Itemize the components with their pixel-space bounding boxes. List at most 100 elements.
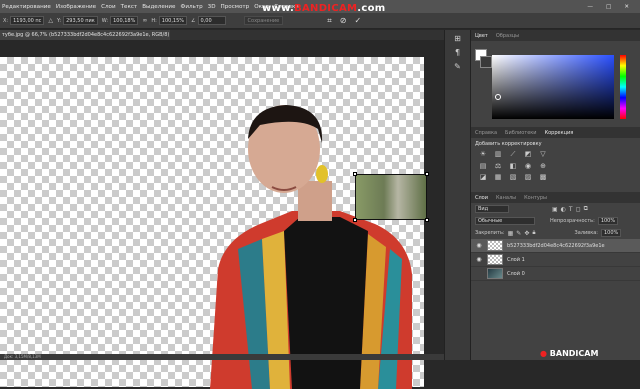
color-picker-field[interactable] (492, 55, 614, 119)
eye-icon[interactable]: ◉ (475, 256, 483, 263)
spacer-1 (552, 150, 564, 159)
menu-text[interactable]: Текст (121, 4, 138, 10)
h-option: H: 100,15% (151, 16, 188, 25)
lock-pixels-icon[interactable]: ▦ (508, 230, 514, 237)
levels-icon[interactable]: ▥ (492, 150, 504, 159)
maximize-icon[interactable]: □ (606, 4, 611, 10)
document-tab[interactable]: тубе.jpg @ 66,7% (b527333bdf2d04e8c4c622… (0, 30, 170, 40)
tab-adjustments[interactable]: Коррекция (545, 130, 574, 136)
tab-swatches[interactable]: Образцы (496, 33, 519, 39)
triangle-icon[interactable]: △ (48, 17, 53, 24)
color-picker-cursor (495, 94, 501, 100)
h-field[interactable]: 100,15% (158, 16, 188, 25)
transform-handle-nw[interactable] (353, 172, 357, 176)
brush-icon[interactable]: ✎ (452, 62, 464, 72)
color-panel-tabs: Цвет Образцы (471, 30, 640, 41)
posterize-icon[interactable]: ▦ (492, 173, 504, 181)
cancel-icon[interactable]: ⊘ (340, 16, 347, 25)
commit-icon[interactable]: ✓ (354, 16, 361, 25)
eye-icon[interactable]: ◉ (475, 242, 483, 249)
layer-name: Слой 1 (507, 256, 525, 263)
filter-text-icon[interactable]: T (569, 206, 573, 213)
x-field[interactable]: 1193,00 пс (10, 16, 45, 25)
fill-field[interactable]: 100% (600, 229, 622, 237)
link-icon[interactable]: ∞ (142, 17, 147, 24)
layer-kind-select[interactable]: Вид (475, 205, 509, 213)
layer-row-1[interactable]: ◉ b527333bdf2d04e8c4c622692f3a9e1e (471, 239, 640, 253)
transform-box-tiger[interactable] (353, 172, 429, 222)
transform-handle-ne[interactable] (425, 172, 429, 176)
filter-pixel-icon[interactable]: ▣ (552, 206, 558, 213)
status-bar: Док: 3,15M/8,13M (0, 354, 444, 360)
blend-mode-select[interactable]: Обычные (475, 217, 535, 225)
paragraph-icon[interactable]: ¶ (452, 48, 464, 58)
threshold-icon[interactable]: ▧ (507, 173, 519, 181)
layers-panel-tabs: Слои Каналы Контуры (471, 192, 640, 203)
hue-slider[interactable] (620, 55, 626, 119)
vibrance-icon[interactable]: ▽ (537, 150, 549, 159)
exposure-icon[interactable]: ◩ (522, 150, 534, 159)
hue-saturation-icon[interactable]: ▤ (477, 162, 489, 170)
menu-view[interactable]: Просмотр (221, 4, 250, 10)
filter-adjust-icon[interactable]: ◐ (561, 206, 566, 213)
tab-help[interactable]: Справка (475, 130, 497, 136)
layer-row-2[interactable]: ◉ Слой 1 (471, 253, 640, 267)
menu-layers[interactable]: Слои (101, 4, 116, 10)
warp-icon[interactable]: ⌗ (327, 16, 332, 26)
layer-filter-row: Вид ▣ ◐ T ◻ ⧉ (471, 203, 640, 215)
y-option: Y: 293,50 пик (57, 16, 98, 25)
tab-libraries[interactable]: Библиотеки (505, 130, 537, 136)
w-option: W: 100,18% (102, 16, 139, 25)
canvas-area[interactable] (0, 41, 444, 389)
y-field[interactable]: 293,50 пик (63, 16, 98, 25)
interpolation-select[interactable]: Сохранение (243, 16, 284, 25)
color-panel (471, 41, 640, 127)
menu-select[interactable]: Выделение (142, 4, 175, 10)
angle-option: ∠ 0,00 (191, 16, 226, 25)
filter-smart-icon[interactable]: ⧉ (584, 205, 588, 213)
transform-handle-sw[interactable] (353, 218, 357, 222)
document-tabs: тубе.jpg @ 66,7% (b527333bdf2d04e8c4c622… (0, 30, 455, 40)
angle-field[interactable]: 0,00 (197, 16, 226, 25)
layer-row-3[interactable]: Слой 0 (471, 267, 640, 281)
channel-mixer-icon[interactable]: ⊕ (537, 162, 549, 170)
adjustment-icons-row-3: ◪ ▦ ▧ ▨ ▩ (471, 173, 640, 181)
tiger-image (356, 175, 426, 219)
w-field[interactable]: 100,18% (110, 16, 139, 25)
menu-image[interactable]: Изображение (56, 4, 96, 10)
tab-paths[interactable]: Контуры (524, 195, 547, 201)
invert-icon[interactable]: ◪ (477, 173, 489, 181)
tab-channels[interactable]: Каналы (496, 195, 516, 201)
angle-icon: ∠ (191, 17, 196, 24)
brightness-icon[interactable]: ☀ (477, 150, 489, 159)
tab-layers[interactable]: Слои (475, 195, 488, 201)
lock-paint-icon[interactable]: ✎ (516, 230, 521, 237)
transform-handle-se[interactable] (425, 218, 429, 222)
layer-thumbnail (487, 240, 503, 251)
layer-name: Слой 0 (507, 270, 525, 277)
menu-edit[interactable]: Редактирование (2, 4, 51, 10)
close-icon[interactable]: ✕ (624, 4, 629, 10)
minimize-icon[interactable]: — (587, 4, 593, 10)
lock-all-icon[interactable]: 🔒︎ (532, 229, 535, 237)
lock-move-icon[interactable]: ✥ (524, 230, 529, 237)
filter-shape-icon[interactable]: ◻ (576, 206, 581, 213)
photo-filter-icon[interactable]: ◉ (522, 162, 534, 170)
history-icon[interactable]: ⊞ (452, 34, 464, 44)
x-option: X: 1193,00 пс (3, 16, 45, 25)
opacity-field[interactable]: 100% (597, 217, 619, 225)
lock-label: Закрепить: (475, 230, 505, 236)
menu-3d[interactable]: 3D (208, 4, 216, 10)
gradient-map-icon[interactable]: ▨ (522, 173, 534, 181)
menu-filter[interactable]: Фильтр (181, 4, 203, 10)
selective-color-icon[interactable]: ▩ (537, 173, 549, 181)
curves-icon[interactable]: ⟋ (507, 150, 519, 159)
tab-color[interactable]: Цвет (475, 33, 488, 39)
black-white-icon[interactable]: ◧ (507, 162, 519, 170)
background-color-swatch[interactable] (480, 56, 492, 68)
opacity-label: Непрозрачность: (550, 218, 595, 224)
layer-thumbnail (487, 254, 503, 265)
color-balance-icon[interactable]: ⚖ (492, 162, 504, 170)
bandicam-logo-icon: ● (540, 349, 547, 358)
lock-row: Закрепить: ▦ ✎ ✥ 🔒︎ Заливка: 100% (471, 227, 640, 239)
